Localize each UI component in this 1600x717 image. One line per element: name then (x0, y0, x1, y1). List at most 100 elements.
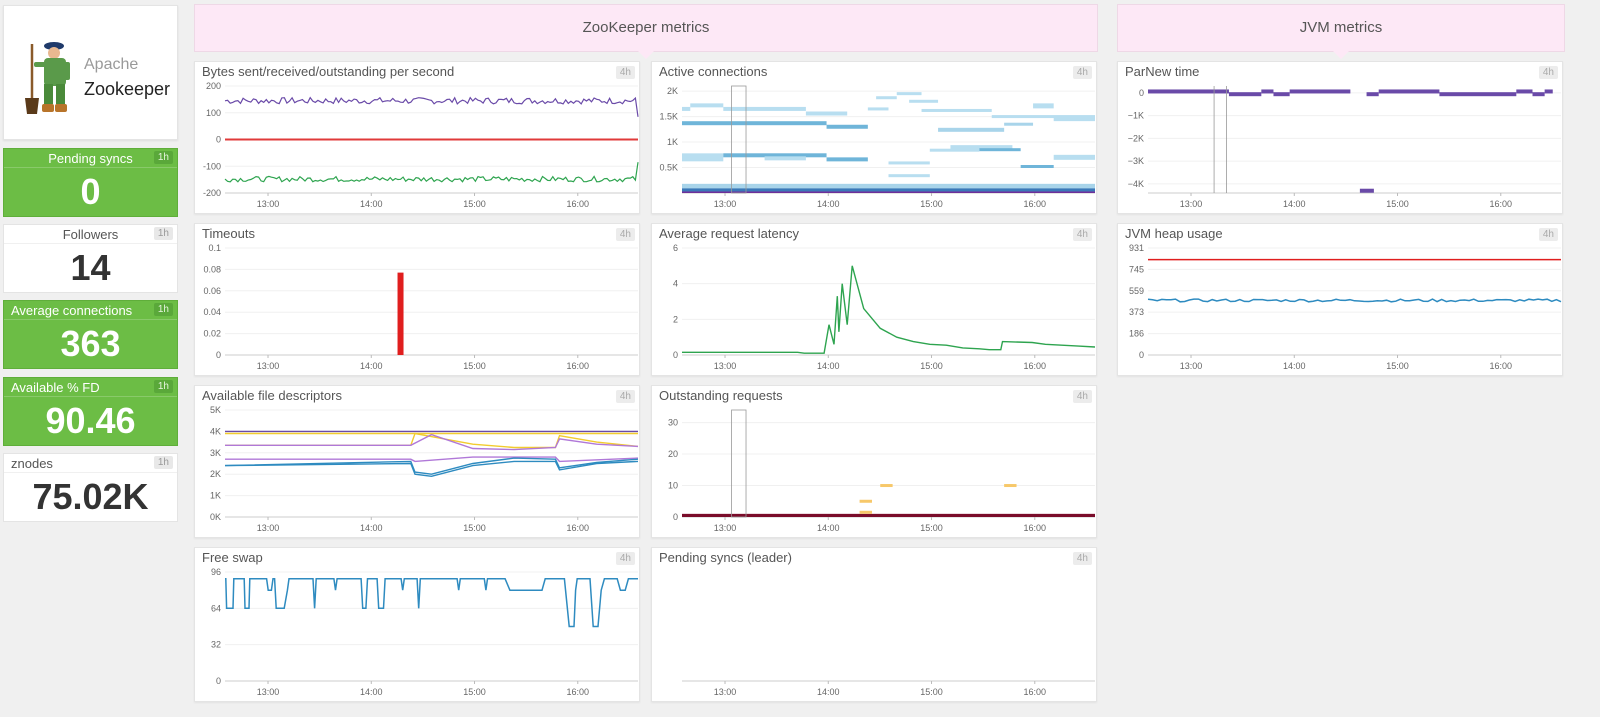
zookeeper-mascot-icon (25, 42, 70, 114)
heatmap-band (690, 103, 724, 108)
timeframe-badge: 1h (153, 456, 173, 469)
heatmap-band (1020, 165, 1054, 169)
x-tick-label: 16:00 (567, 199, 590, 209)
heap-chart[interactable]: 931 745 559 373 186 0 13:00 14:00 15:00 16:00 (1118, 242, 1564, 377)
heatmap-band (979, 148, 1021, 152)
series-line (225, 456, 639, 463)
y-tick-label: 5K (210, 405, 221, 415)
zookeeper-logo-card: Apache Zookeeper (3, 5, 178, 140)
free-swap-chart[interactable]: 96 64 32 0 13:00 14:00 15:00 16:00 (195, 566, 641, 703)
x-tick-label: 15:00 (1386, 361, 1409, 371)
stat-title: Followers (4, 225, 177, 244)
y-tick-label: 1.5K (659, 112, 678, 122)
widget-latency[interactable]: Average request latency 4h 6 4 2 0 13:00 14:0… (651, 223, 1097, 376)
stat-znodes[interactable]: znodes 1h 75.02K (3, 453, 178, 522)
y-tick-label: −2K (1128, 133, 1144, 143)
y-tick-label: 0.06 (203, 286, 221, 296)
timeframe-badge: 4h (1538, 66, 1558, 79)
widget-free-swap[interactable]: Free swap 4h 96 64 32 0 13:00 14:00 15:00 16:00 (194, 547, 640, 702)
jvm-metrics-header: JVM metrics (1117, 4, 1565, 59)
timeframe-badge: 1h (153, 303, 173, 316)
widget-heap[interactable]: JVM heap usage 4h 931 745 559 373 186 0 13:00 1… (1117, 223, 1563, 376)
bar (397, 272, 404, 355)
heatmap-band (876, 96, 897, 100)
x-tick-label: 14:00 (1283, 361, 1306, 371)
logo-apache-text: Apache (84, 56, 139, 73)
stat-followers[interactable]: Followers 1h 14 (3, 224, 178, 293)
x-tick-label: 13:00 (714, 687, 737, 697)
widget-title: Pending syncs (leader) (659, 550, 792, 565)
timeouts-chart[interactable]: 0.1 0.08 0.06 0.04 0.02 0 13:00 14:00 15:00 16:00 (195, 242, 641, 377)
step-segment (1366, 92, 1379, 97)
timeframe-badge: 4h (1538, 228, 1558, 241)
stat-available-fd[interactable]: Available % FD 1h 90.46 (3, 377, 178, 446)
selection-marker (731, 85, 747, 194)
x-tick-label: 13:00 (714, 523, 737, 533)
step-segment (1544, 89, 1553, 94)
x-tick-label: 16:00 (567, 361, 590, 371)
heatmap-band (682, 188, 1095, 192)
x-tick-label: 13:00 (714, 199, 737, 209)
timeframe-badge: 4h (1072, 228, 1092, 241)
header-pointer (1333, 51, 1349, 59)
series-line-latency (682, 265, 1096, 354)
x-tick-label: 14:00 (360, 687, 383, 697)
parnew-chart[interactable]: 0 −1K −2K −3K −4K 13:00 14:00 15:00 16:00 (1118, 80, 1564, 215)
y-tick-label: 2K (210, 469, 221, 479)
heatmap-band (805, 111, 848, 116)
widget-bytes[interactable]: Bytes sent/received/outstanding per seco… (194, 61, 640, 214)
heatmap-band (682, 153, 724, 162)
x-tick-label: 14:00 (817, 687, 840, 697)
y-tick-label: 931 (1129, 243, 1144, 253)
heatmap-band (929, 148, 980, 152)
file-descriptors-chart[interactable]: 5K 4K 3K 2K 1K 0K 13:00 14:00 15:00 16:00 (195, 404, 641, 539)
y-tick-label: −1K (1128, 111, 1144, 121)
widget-timeouts[interactable]: Timeouts 4h 0.1 0.08 0.06 0.04 0.02 0 13:00 14:… (194, 223, 640, 376)
x-tick-label: 16:00 (1024, 361, 1047, 371)
widget-title: Average request latency (659, 226, 799, 241)
widget-file-descriptors[interactable]: Available file descriptors 4h 5K 4K 3K 2K 1K… (194, 385, 640, 538)
heatmap-band (682, 121, 827, 126)
x-tick-label: 16:00 (1490, 361, 1513, 371)
step-segment (1228, 92, 1262, 97)
section-title: ZooKeeper metrics (582, 19, 710, 36)
x-tick-label: 13:00 (257, 199, 280, 209)
widget-active-connections[interactable]: Active connections 4h 2K 1.5K 1K 0.5K 13:00 1… (651, 61, 1097, 214)
x-tick-label: 16:00 (1024, 687, 1047, 697)
x-tick-label: 14:00 (360, 361, 383, 371)
y-tick-label: 0.1 (208, 243, 221, 253)
y-tick-label: 0 (1139, 88, 1144, 98)
widget-parnew[interactable]: ParNew time 4h 0 −1K −2K −3K −4K 13:00 14:00 15… (1117, 61, 1563, 214)
heatmap-cell (1004, 484, 1017, 488)
timeframe-badge: 1h (153, 227, 173, 240)
pending-syncs-leader-chart[interactable]: 13:00 14:00 15:00 16:00 (652, 566, 1098, 703)
x-tick-label: 13:00 (257, 361, 280, 371)
widget-outstanding-requests[interactable]: Outstanding requests 4h 30 20 10 0 13:00 14:0… (651, 385, 1097, 538)
x-tick-label: 16:00 (567, 523, 590, 533)
heatmap-band (909, 99, 939, 103)
heatmap-cell (859, 510, 872, 514)
timeframe-badge: 4h (1072, 552, 1092, 565)
timeframe-badge: 4h (615, 228, 635, 241)
step-segment (1532, 92, 1545, 97)
step-segment (1289, 89, 1351, 94)
outstanding-requests-chart[interactable]: 30 20 10 0 13:00 14:00 15:00 16:00 (652, 404, 1098, 539)
step-segment (1261, 89, 1274, 94)
y-tick-label: 0 (1139, 350, 1144, 360)
x-tick-label: 16:00 (567, 687, 590, 697)
y-tick-label: 1K (667, 137, 678, 147)
x-tick-label: 15:00 (920, 523, 943, 533)
stat-pending-syncs[interactable]: Pending syncs 1h 0 (3, 148, 178, 217)
timeframe-badge: 4h (615, 390, 635, 403)
y-tick-label: 2K (667, 86, 678, 96)
active-connections-chart[interactable]: 2K 1.5K 1K 0.5K 13:00 14:00 15:00 16:00 (652, 80, 1098, 215)
series-line-sent (224, 96, 639, 117)
widget-title: Timeouts (202, 226, 255, 241)
stat-average-connections[interactable]: Average connections 1h 363 (3, 300, 178, 369)
widget-title: Bytes sent/received/outstanding per seco… (202, 64, 455, 79)
heatmap-band (1053, 154, 1095, 160)
widget-pending-syncs-leader[interactable]: Pending syncs (leader) 4h 13:00 14:00 15:0… (651, 547, 1097, 702)
latency-chart[interactable]: 6 4 2 0 13:00 14:00 15:00 16:00 (652, 242, 1098, 377)
bytes-chart[interactable]: 200 100 0 -100 -200 13:00 14:00 15:00 16:00 (195, 80, 641, 215)
y-tick-label: 10 (668, 481, 678, 491)
